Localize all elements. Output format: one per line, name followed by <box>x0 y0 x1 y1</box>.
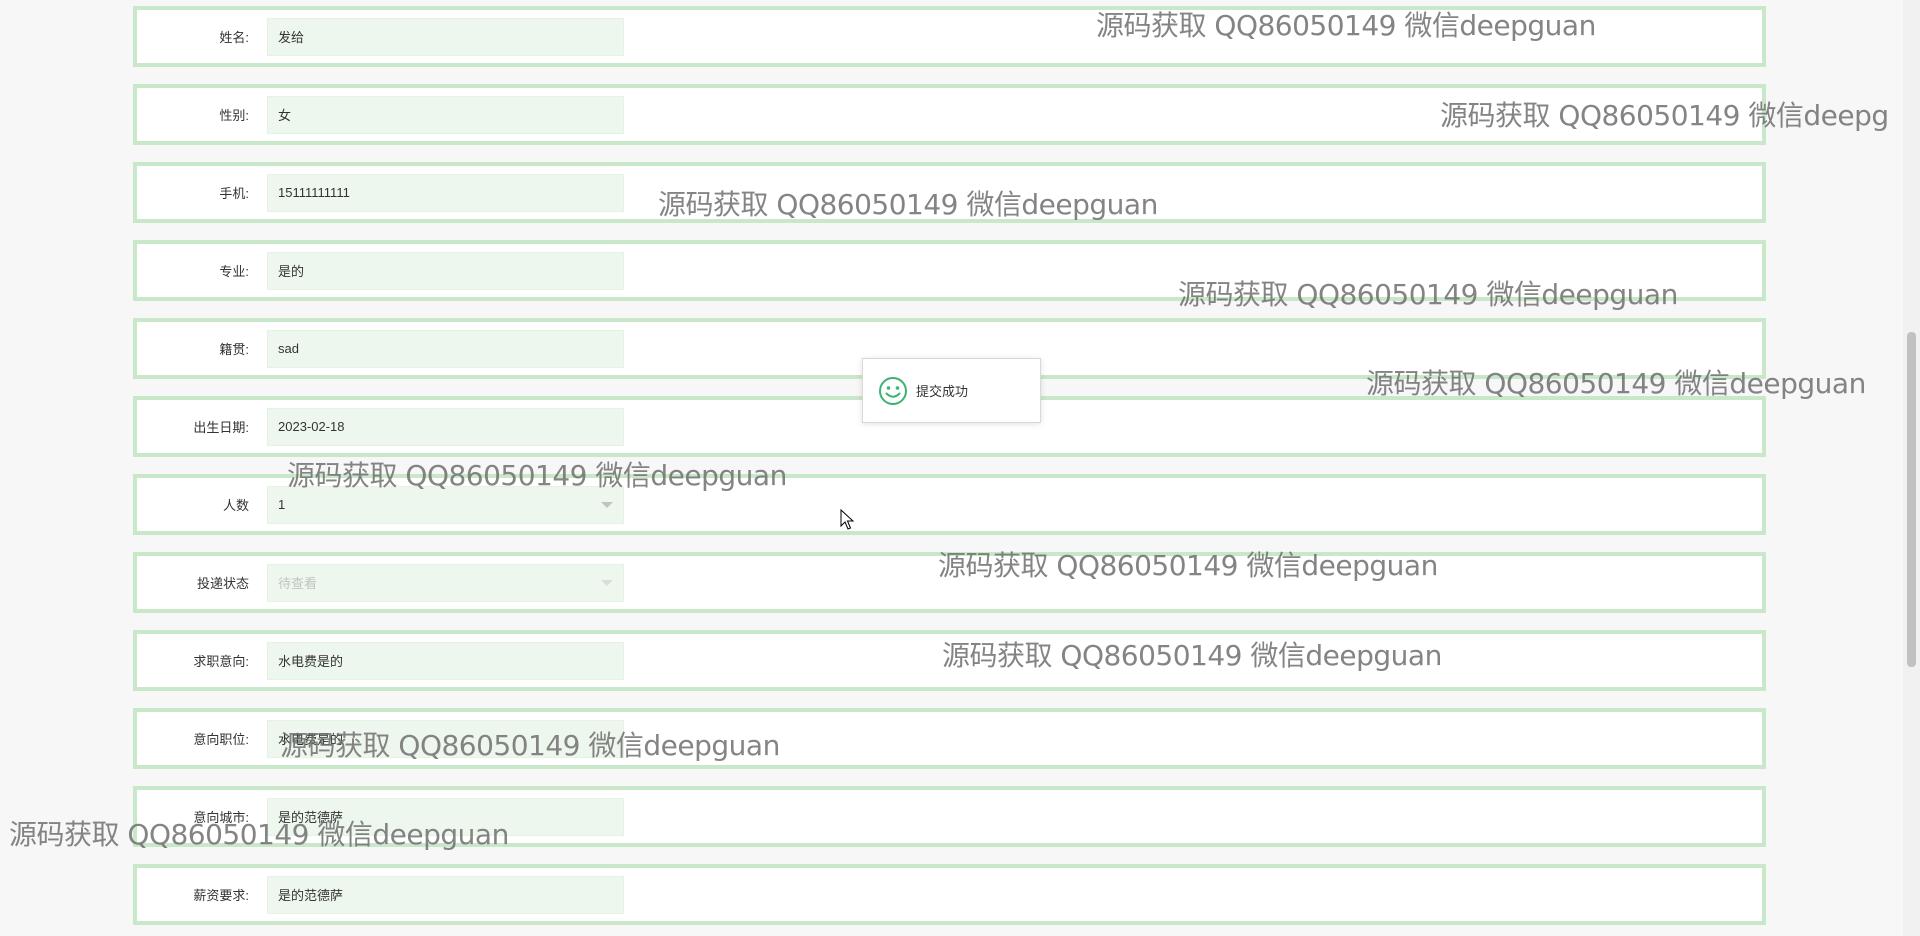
gender-label: 性别: <box>219 108 249 123</box>
intended-position-input[interactable]: 水电费是的 <box>267 719 624 758</box>
form-row-intended-city: 意向城市: 是的范德萨 <box>133 786 1766 847</box>
birthdate-label: 出生日期: <box>193 420 249 435</box>
hometown-input[interactable]: sad <box>267 329 624 368</box>
smile-icon <box>878 376 908 406</box>
form-row-job-intention: 求职意向: 水电费是的 <box>133 630 1766 691</box>
birthdate-input[interactable]: 2023-02-18 <box>267 407 624 446</box>
chevron-down-icon <box>601 501 613 508</box>
form-row-phone: 手机: 15111111111 <box>133 162 1766 223</box>
salary-label: 薪资要求: <box>193 888 249 903</box>
phone-input[interactable]: 15111111111 <box>267 173 624 212</box>
headcount-select[interactable]: 1 <box>267 485 624 524</box>
scrollbar-thumb[interactable] <box>1907 332 1916 667</box>
hometown-label: 籍贯: <box>219 342 249 357</box>
intended-position-label: 意向职位: <box>193 732 249 747</box>
intended-city-label: 意向城市: <box>193 810 249 825</box>
name-input[interactable]: 发给 <box>267 17 624 56</box>
salary-input[interactable]: 是的范德萨 <box>267 875 624 914</box>
name-label: 姓名: <box>219 30 249 45</box>
success-toast: 提交成功 <box>862 358 1041 423</box>
delivery-status-label: 投递状态 <box>196 576 249 591</box>
toast-message: 提交成功 <box>916 384 969 399</box>
form-row-headcount: 人数 1 <box>133 474 1766 535</box>
form-row-intended-position: 意向职位: 水电费是的 <box>133 708 1766 769</box>
headcount-label: 人数 <box>222 498 249 513</box>
scrollbar[interactable] <box>1903 0 1920 936</box>
intended-city-input[interactable]: 是的范德萨 <box>267 797 624 836</box>
phone-label: 手机: <box>219 186 249 201</box>
chevron-down-icon <box>601 579 613 586</box>
page: 姓名: 发给 性别: 女 手机: 15111111111 专业: 是的 籍贯: … <box>0 0 1920 936</box>
delivery-status-value: 待查看 <box>278 576 318 591</box>
mouse-cursor-icon <box>840 508 856 531</box>
form-row-salary: 薪资要求: 是的范德萨 <box>133 864 1766 925</box>
delivery-status-select: 待查看 <box>267 563 624 602</box>
major-label: 专业: <box>219 264 249 279</box>
headcount-value: 1 <box>278 497 286 512</box>
form-row-name: 姓名: 发给 <box>133 6 1766 67</box>
job-intention-label: 求职意向: <box>193 654 249 669</box>
major-input[interactable]: 是的 <box>267 251 624 290</box>
form-row-major: 专业: 是的 <box>133 240 1766 301</box>
form-row-delivery-status: 投递状态 待查看 <box>133 552 1766 613</box>
job-intention-input[interactable]: 水电费是的 <box>267 641 624 680</box>
gender-input[interactable]: 女 <box>267 95 624 134</box>
form-row-gender: 性别: 女 <box>133 84 1766 145</box>
